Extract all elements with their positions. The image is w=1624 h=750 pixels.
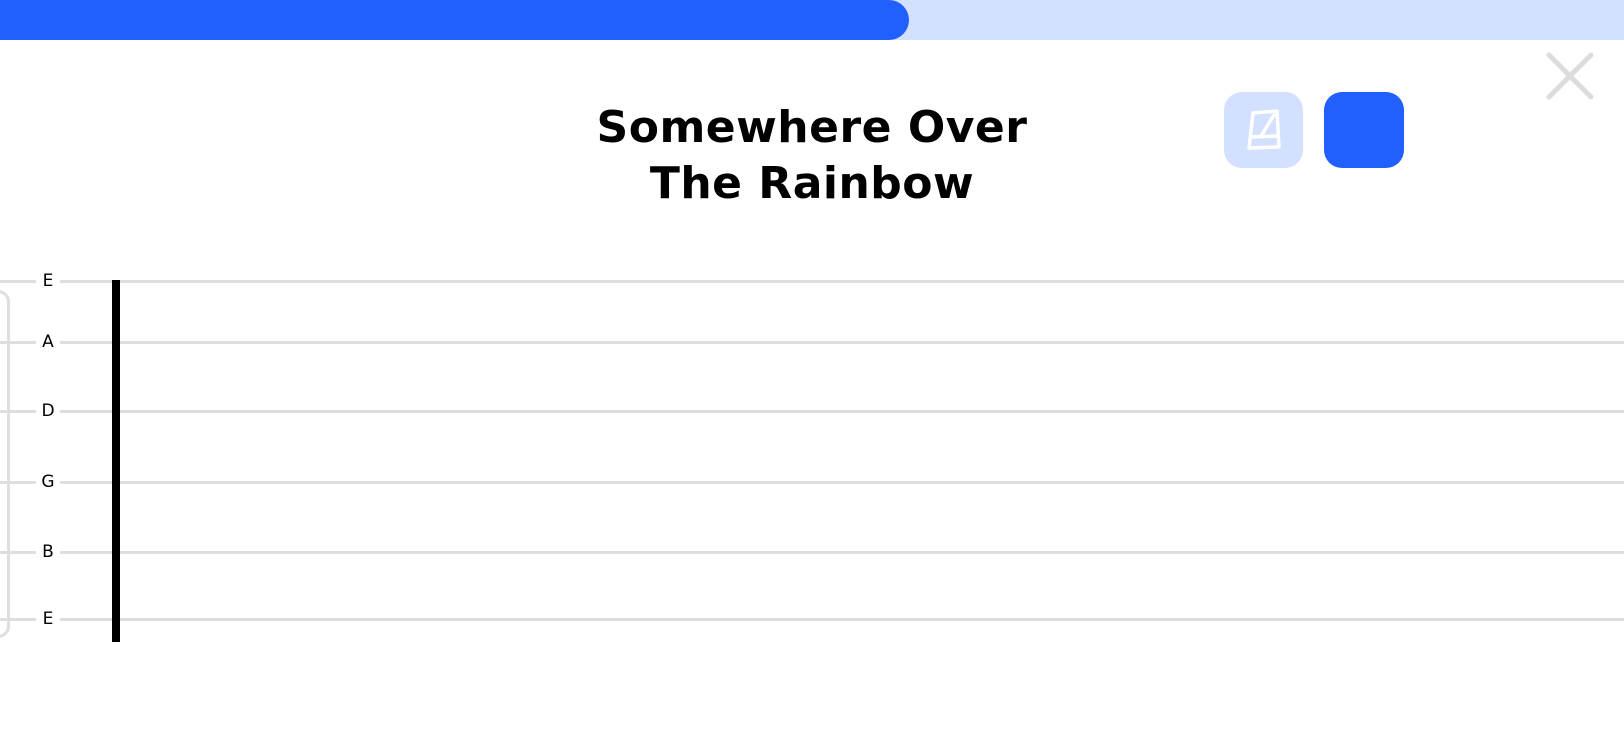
page-title: Somewhere Over The Rainbow [512, 100, 1112, 212]
string-label: G [36, 472, 60, 492]
barline [112, 280, 120, 642]
close-icon [1546, 52, 1594, 100]
string-label: E [36, 609, 60, 629]
string-label: A [36, 332, 60, 352]
progress-bar [0, 0, 1624, 40]
string-line [0, 410, 1624, 413]
title-line-2: The Rainbow [649, 158, 975, 209]
string-line [0, 341, 1624, 344]
lesson-screen: Somewhere Over The Rainbow E A D G B E [0, 0, 1624, 750]
string-line [0, 618, 1624, 621]
string-line [0, 280, 1624, 283]
title-line-1: Somewhere Over [596, 102, 1028, 153]
primary-action-button[interactable] [1324, 92, 1404, 168]
progress-bar-fill [0, 0, 910, 40]
string-label: D [36, 401, 60, 421]
metronome-button[interactable] [1224, 92, 1303, 168]
close-button[interactable] [1544, 50, 1596, 102]
guitar-tab-staff: E A D G B E [0, 271, 1624, 650]
string-line [0, 551, 1624, 554]
string-line [0, 481, 1624, 484]
string-label: B [36, 542, 60, 562]
metronome-icon [1246, 109, 1281, 150]
string-label: E [36, 271, 60, 291]
